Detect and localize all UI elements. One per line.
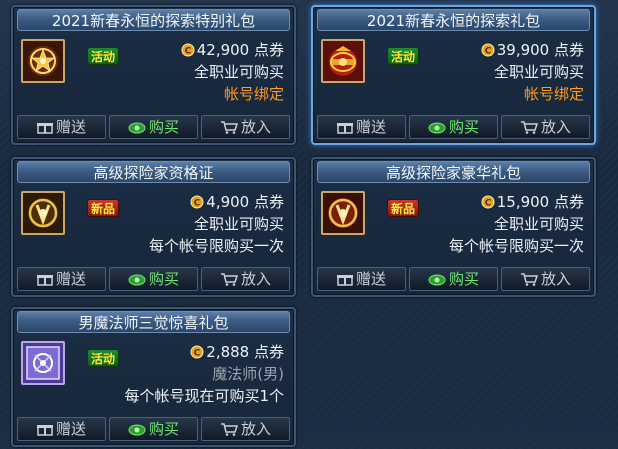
adventurer-emblem-icon[interactable] bbox=[21, 191, 65, 235]
golden-orb-icon[interactable] bbox=[21, 39, 65, 83]
item-title: 2021新春永恒的探索特别礼包 bbox=[17, 9, 290, 31]
buy-button[interactable]: 购买 bbox=[109, 417, 198, 441]
coin-purse-icon bbox=[128, 424, 146, 436]
action-buttons: 赠送 购买 放入 bbox=[317, 115, 590, 139]
item-info: C 39,900 点券 全职业可购买 帐号绑定 bbox=[481, 39, 584, 105]
coupon-coin-icon: C bbox=[181, 43, 195, 57]
coin-purse-icon bbox=[428, 274, 446, 286]
class-restriction: 全职业可购买 bbox=[193, 63, 284, 81]
action-buttons: 赠送 购买 放入 bbox=[17, 115, 290, 139]
price-text: 42,900 点券 bbox=[196, 41, 284, 59]
item-info: C 2,888 点券 魔法师(男) 每个帐号现在可购买1个 bbox=[124, 341, 284, 407]
item-price: C 15,900 点券 bbox=[449, 191, 584, 213]
cart-icon bbox=[220, 273, 238, 286]
buy-button[interactable]: 购买 bbox=[109, 115, 198, 139]
buy-button[interactable]: 购买 bbox=[409, 267, 498, 291]
shop-item-card[interactable]: 高级探险家豪华礼包 新品 C 15,900 点券 全职业可购买 每个帐号限购买一… bbox=[311, 157, 596, 297]
add-to-cart-button[interactable]: 放入 bbox=[501, 267, 590, 291]
action-buttons: 赠送 购买 放入 bbox=[17, 267, 290, 291]
event-badge: 活动 bbox=[387, 47, 420, 65]
gift-button[interactable]: 赠送 bbox=[317, 115, 406, 139]
event-badge: 活动 bbox=[87, 47, 120, 65]
gift-button[interactable]: 赠送 bbox=[317, 267, 406, 291]
coupon-coin-icon: C bbox=[481, 43, 495, 57]
item-title: 高级探险家豪华礼包 bbox=[317, 161, 590, 183]
new-badge: 新品 bbox=[87, 199, 120, 217]
add-to-cart-button[interactable]: 放入 bbox=[201, 115, 290, 139]
item-price: C 4,900 点券 bbox=[149, 191, 284, 213]
shop-item-card[interactable]: 高级探险家资格证 新品 C 4,900 点券 全职业可购买 每个帐号限购买一次 … bbox=[11, 157, 296, 297]
coupon-coin-icon: C bbox=[190, 345, 204, 359]
class-restriction: 全职业可购买 bbox=[193, 215, 284, 233]
price-text: 39,900 点券 bbox=[496, 41, 584, 59]
buy-button[interactable]: 购买 bbox=[409, 115, 498, 139]
shop-item-card[interactable]: 男魔法师三觉惊喜礼包 活动 C 2,888 点券 魔法师(男) 每个帐号现在可购… bbox=[11, 307, 296, 447]
add-to-cart-button[interactable]: 放入 bbox=[201, 267, 290, 291]
svg-text:C: C bbox=[184, 47, 191, 57]
action-buttons: 赠送 购买 放入 bbox=[317, 267, 590, 291]
item-price: C 42,900 点券 bbox=[181, 39, 284, 61]
gift-icon bbox=[336, 275, 353, 286]
class-restriction: 全职业可购买 bbox=[493, 215, 584, 233]
gift-button[interactable]: 赠送 bbox=[17, 115, 106, 139]
price-text: 4,900 点券 bbox=[206, 193, 284, 211]
item-price: C 39,900 点券 bbox=[481, 39, 584, 61]
shop-item-card[interactable]: 2021新春永恒的探索特别礼包 活动 C 42,900 点券 全职业可购买 帐号… bbox=[11, 5, 296, 145]
class-restriction: 全职业可购买 bbox=[493, 63, 584, 81]
item-title: 2021新春永恒的探索礼包 bbox=[317, 9, 590, 31]
class-restriction: 魔法师(男) bbox=[212, 365, 284, 383]
item-price: C 2,888 点券 bbox=[124, 341, 284, 363]
coupon-coin-icon: C bbox=[481, 195, 495, 209]
item-info: C 42,900 点券 全职业可购买 帐号绑定 bbox=[181, 39, 284, 105]
gift-icon bbox=[36, 123, 53, 134]
price-text: 2,888 点券 bbox=[206, 343, 284, 361]
gift-button[interactable]: 赠送 bbox=[17, 417, 106, 441]
red-orb-icon[interactable] bbox=[321, 39, 365, 83]
account-bound-label: 帐号绑定 bbox=[523, 85, 584, 103]
purchase-limit: 每个帐号现在可购买1个 bbox=[124, 387, 284, 405]
price-text: 15,900 点券 bbox=[496, 193, 584, 211]
action-buttons: 赠送 购买 放入 bbox=[17, 417, 290, 441]
coin-purse-icon bbox=[428, 122, 446, 134]
gift-icon bbox=[336, 123, 353, 134]
gift-icon bbox=[36, 425, 53, 436]
cart-icon bbox=[520, 273, 538, 286]
cart-icon bbox=[220, 121, 238, 134]
purple-sigil-icon[interactable] bbox=[21, 341, 65, 385]
coupon-coin-icon: C bbox=[190, 195, 204, 209]
coin-purse-icon bbox=[128, 122, 146, 134]
svg-text:C: C bbox=[194, 349, 201, 359]
gift-icon bbox=[36, 275, 53, 286]
svg-text:C: C bbox=[484, 199, 491, 209]
gift-button[interactable]: 赠送 bbox=[17, 267, 106, 291]
svg-text:C: C bbox=[484, 47, 491, 57]
cart-icon bbox=[520, 121, 538, 134]
adventurer-emblem-icon[interactable] bbox=[321, 191, 365, 235]
item-title: 高级探险家资格证 bbox=[17, 161, 290, 183]
purchase-limit: 每个帐号限购买一次 bbox=[148, 237, 284, 255]
new-badge: 新品 bbox=[387, 199, 420, 217]
cart-icon bbox=[220, 423, 238, 436]
buy-button[interactable]: 购买 bbox=[109, 267, 198, 291]
event-badge: 活动 bbox=[87, 349, 120, 367]
item-title: 男魔法师三觉惊喜礼包 bbox=[17, 311, 290, 333]
add-to-cart-button[interactable]: 放入 bbox=[201, 417, 290, 441]
shop-item-card-selected[interactable]: 2021新春永恒的探索礼包 活动 C 39,900 点券 全职业可购买 帐号绑定… bbox=[311, 5, 596, 145]
item-info: C 15,900 点券 全职业可购买 每个帐号限购买一次 bbox=[449, 191, 584, 257]
add-to-cart-button[interactable]: 放入 bbox=[501, 115, 590, 139]
svg-text:C: C bbox=[194, 199, 201, 209]
item-info: C 4,900 点券 全职业可购买 每个帐号限购买一次 bbox=[149, 191, 284, 257]
account-bound-label: 帐号绑定 bbox=[223, 85, 284, 103]
purchase-limit: 每个帐号限购买一次 bbox=[448, 237, 584, 255]
coin-purse-icon bbox=[128, 274, 146, 286]
